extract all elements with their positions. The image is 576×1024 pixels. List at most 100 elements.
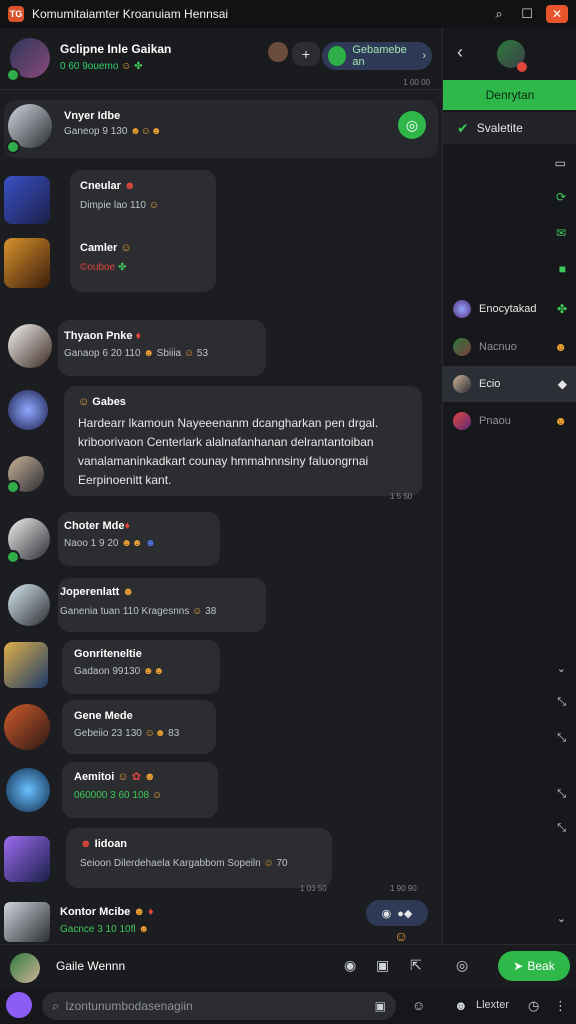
avatar[interactable] xyxy=(4,836,50,882)
sidebar-item[interactable]: Enocytakad ✤ xyxy=(443,292,576,326)
settings-icon[interactable]: ◎ xyxy=(456,957,468,974)
sender-text: Joperenlatt xyxy=(60,586,120,598)
chevron-down-icon[interactable]: ⌄ xyxy=(557,662,566,675)
emoji-icon: ☺ xyxy=(183,348,195,359)
expand-icon[interactable]: ⤡ xyxy=(557,732,566,745)
meta-text: Naoo 1 9 20 xyxy=(64,538,119,549)
message-sender: Kontor Mcibe ☻ ♦ xyxy=(60,906,154,918)
message-meta: Ganaop 6 20 110 ☻ Sbiiia ☺ 53 xyxy=(64,348,208,359)
emoji-icon: ☺ xyxy=(120,242,132,254)
camera-icon[interactable]: ◉ xyxy=(344,957,356,974)
sidebar-item[interactable]: Ecio ◆ xyxy=(443,366,576,402)
title-bar: TG Komumitaiamter Kroanuiam Hennsai ⌕ ☐ … xyxy=(0,0,576,28)
sidebar-item[interactable]: Nacnuo ☻ xyxy=(443,330,576,364)
expand-icon[interactable]: ⤡ xyxy=(557,788,566,801)
share-icon[interactable]: ⇱ xyxy=(410,957,422,974)
avatar[interactable] xyxy=(6,992,32,1018)
sidebar-item[interactable]: Pnaou ☻ xyxy=(443,404,576,438)
message-meta: Seioon Dilerdehaela Kargabbom Sopeiln ☺ … xyxy=(80,858,288,869)
avatar[interactable] xyxy=(8,584,50,626)
avatar[interactable] xyxy=(4,238,50,288)
meta-text: Ganaop 6 20 110 xyxy=(64,348,141,359)
reply-icon[interactable]: ◎ xyxy=(398,111,426,139)
clock-icon[interactable]: ◷ xyxy=(528,998,539,1014)
reaction-icon: ●◆ xyxy=(397,907,413,920)
check-icon: ✔ xyxy=(457,119,469,136)
chevron-down-icon[interactable]: ⌄ xyxy=(557,912,566,925)
meta-text: Seioon Dilerdehaela Kargabbom Sopeiln xyxy=(80,858,261,869)
emoji-icon: ☺ xyxy=(78,396,90,408)
maximize-icon[interactable]: ☐ xyxy=(518,5,536,23)
list-item[interactable] xyxy=(62,700,216,754)
folder-icon[interactable]: ■ xyxy=(559,262,566,276)
emoji-icon: ☻ xyxy=(554,340,567,354)
emoji-icon: ☻☻ xyxy=(142,666,164,677)
sticker-icon[interactable]: ☺ xyxy=(412,998,425,1013)
emoji-icon: ☺ xyxy=(263,858,274,869)
add-icon[interactable]: + xyxy=(292,42,320,66)
chat-icon[interactable]: ✉ xyxy=(556,226,566,240)
label: Llexter xyxy=(476,999,510,1011)
message-sender: ☺ Gabes xyxy=(78,396,126,408)
sender-text: Cneular xyxy=(80,180,121,192)
sender-text: Iidoan xyxy=(94,838,128,850)
message-sender: Camler ☺ xyxy=(80,242,132,254)
meta-text: 060000 3 60 108 xyxy=(74,790,150,801)
online-indicator xyxy=(6,140,20,154)
avatar[interactable] xyxy=(10,953,40,983)
message-meta: Ganeop 9 130 ☻☺☻ xyxy=(64,126,161,137)
close-icon[interactable]: ✕ xyxy=(546,5,568,23)
square-icon[interactable]: ▭ xyxy=(555,156,566,170)
sidebar-item-label: Pnaou xyxy=(479,415,511,427)
avatar[interactable] xyxy=(4,704,50,750)
avatar[interactable] xyxy=(4,642,48,688)
emoji-icon: ☺ xyxy=(148,200,159,211)
sidebar-item-label: Enocytakad xyxy=(479,303,537,315)
back-arrow-icon[interactable]: ‹ xyxy=(457,42,463,63)
emoji-icon[interactable]: ☻ xyxy=(454,998,468,1013)
refresh-icon[interactable]: ⟳ xyxy=(556,190,566,204)
expand-icon[interactable]: ⤡ xyxy=(557,822,566,835)
clover-icon: ✤ xyxy=(556,302,567,316)
avatar[interactable] xyxy=(4,176,50,224)
reaction-badge[interactable]: ◉ ●◆ xyxy=(366,900,428,926)
emoji-icon: ☻☺☻ xyxy=(130,126,162,137)
avatar[interactable] xyxy=(6,768,50,812)
send-button[interactable]: ➤ Beak xyxy=(498,951,570,981)
search-icon[interactable]: ⌕ xyxy=(490,5,508,23)
online-indicator xyxy=(6,480,20,494)
meta-text: Ganenia tuan 110 Kragesnns xyxy=(60,606,190,617)
checked-item[interactable]: ✔ Svaletite xyxy=(443,112,576,144)
timestamp: 1 90 90 xyxy=(390,884,417,893)
call-button[interactable]: Gebamebe an › xyxy=(322,42,432,70)
message-meta: Gebeiio 23 130 ☺☻ 83 xyxy=(74,728,179,739)
message-sender: Joperenlatt ☻ xyxy=(60,586,134,598)
message-sender: Thyaon Pnke ♦ xyxy=(64,330,141,342)
emoji-icon: ☻ xyxy=(122,586,134,598)
message-meta: Gadaon 99130 ☻☻ xyxy=(74,666,164,677)
checked-label: Svaletite xyxy=(476,121,523,135)
more-icon[interactable]: ⋮ xyxy=(554,998,567,1014)
primary-button[interactable]: Denrytan xyxy=(443,80,576,110)
emoji-icon: ☻ xyxy=(143,771,156,783)
pin-icon: ♦ xyxy=(135,330,142,342)
meta-extra-2: 53 xyxy=(196,348,209,359)
emoji-icon: ☺ xyxy=(121,61,132,72)
search-field[interactable]: ⌕ ▣ xyxy=(42,992,396,1020)
sender-text: Thyaon Pnke xyxy=(64,330,133,342)
sender-text: Choter Mde xyxy=(64,520,125,532)
avatar[interactable] xyxy=(8,390,48,430)
avatar[interactable] xyxy=(8,324,52,368)
chevron-right-icon: › xyxy=(422,50,426,62)
sidebar-item-label: Nacnuo xyxy=(479,341,517,353)
message-sender: Cneular ☻ xyxy=(80,180,136,192)
avatar[interactable] xyxy=(4,902,50,942)
expand-icon[interactable]: ⤡ xyxy=(557,696,566,709)
call-label: Gebamebe an xyxy=(352,44,407,68)
search-input[interactable] xyxy=(65,999,356,1013)
attachment-icon[interactable]: ▣ xyxy=(375,999,386,1013)
square-icon[interactable]: ▣ xyxy=(376,957,389,974)
sender-text: Kontor Mcibe xyxy=(60,906,131,918)
right-sidebar: ‹ Denrytan ✔ Svaletite ▭ ⟳ ✉ ■ Enocytakad… xyxy=(442,28,576,944)
avatar[interactable] xyxy=(268,42,288,62)
